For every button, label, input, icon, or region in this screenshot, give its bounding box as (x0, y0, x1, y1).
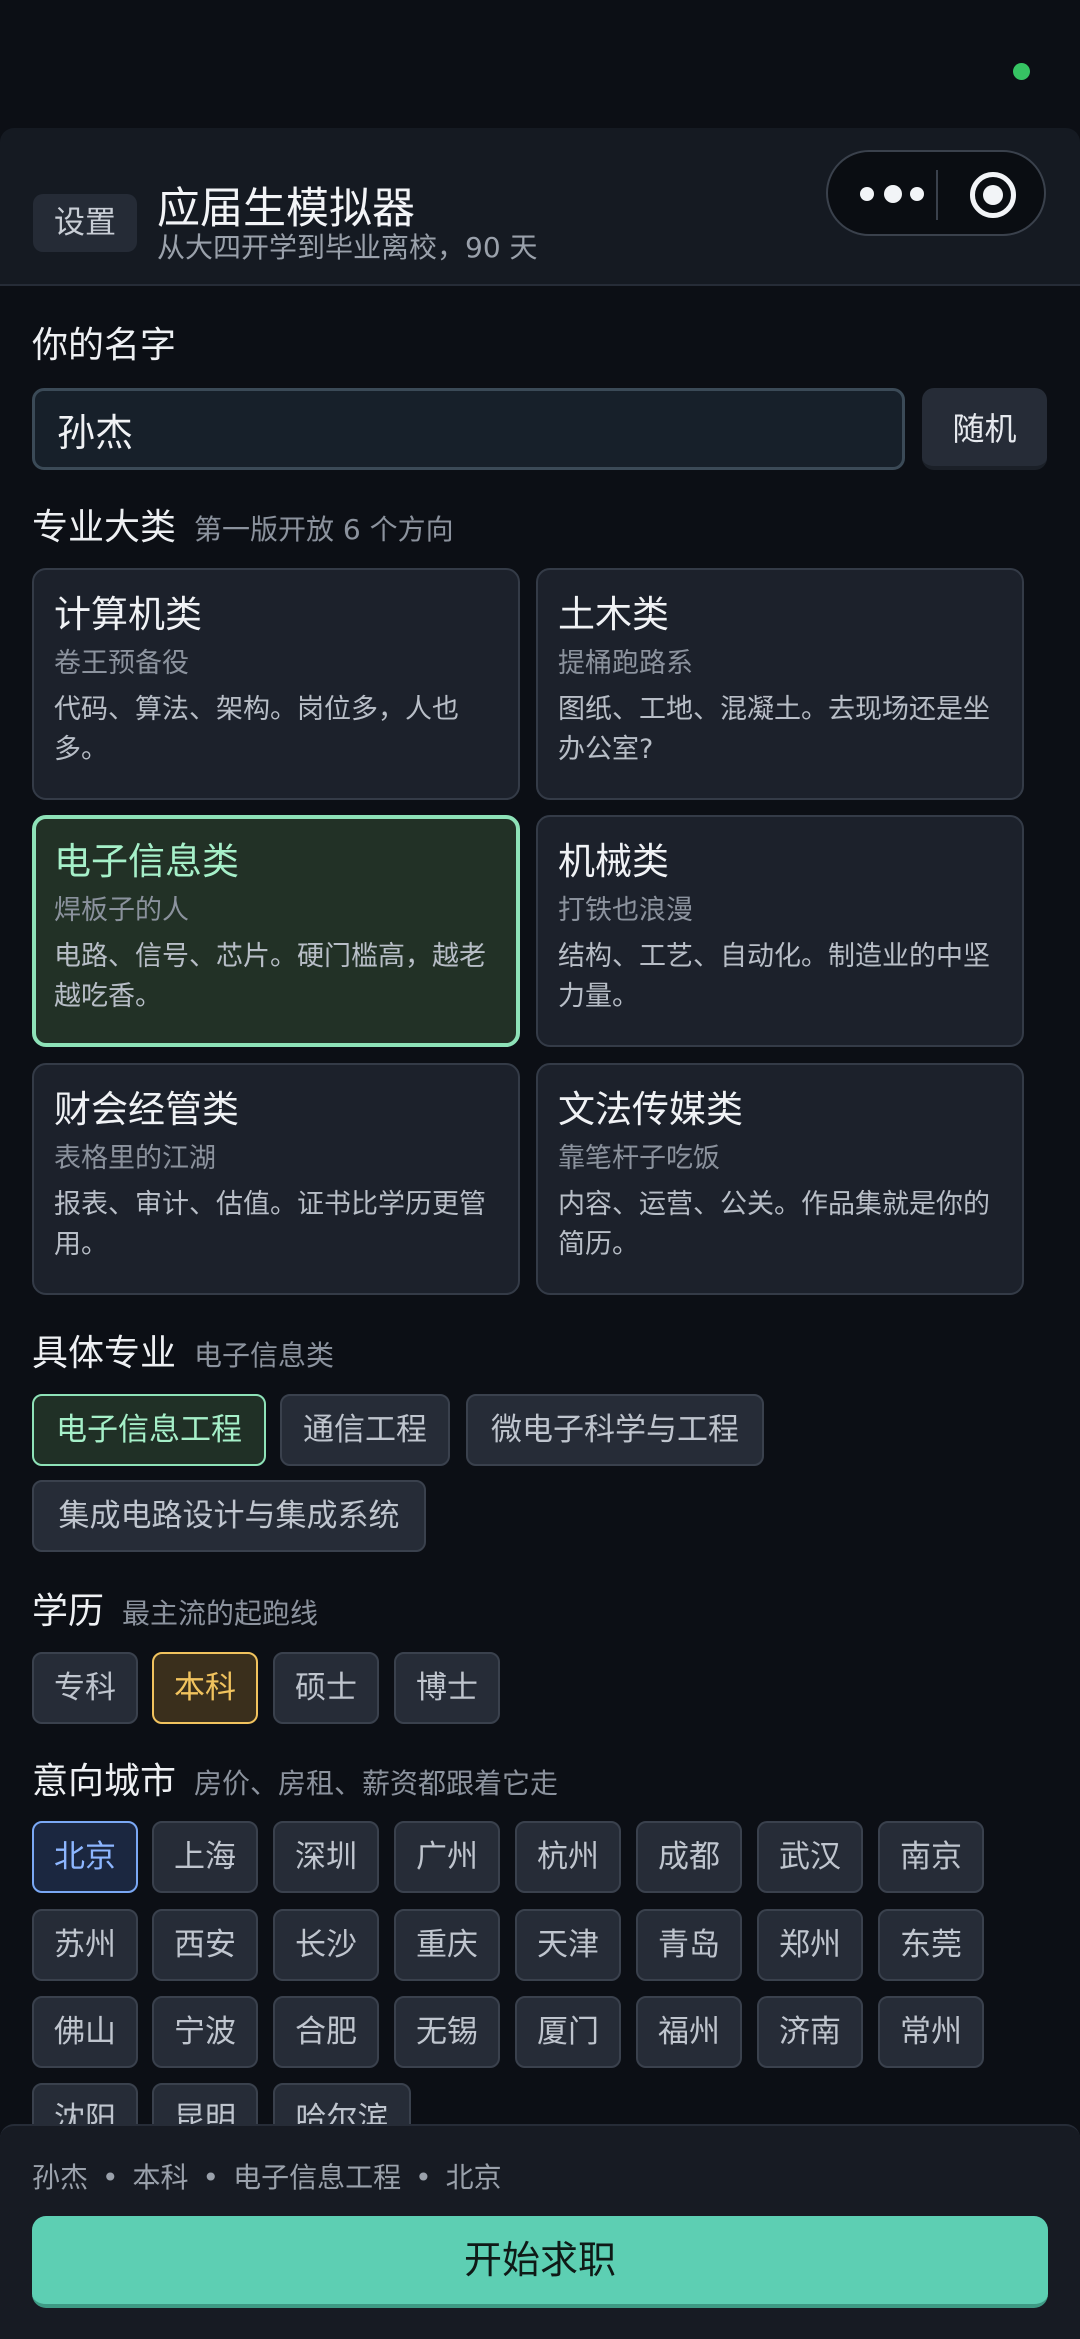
city-option[interactable]: 常州 (878, 1996, 984, 2068)
card-name: 文法传媒类 (558, 1088, 743, 1131)
app-subtitle: 从大四开学到毕业离校，90 天 (157, 231, 538, 264)
city-option[interactable]: 杭州 (515, 1821, 621, 1893)
city-option[interactable]: 上海 (152, 1821, 258, 1893)
selection-summary: 孙杰 • 本科 • 电子信息工程 • 北京 (32, 2160, 502, 2196)
city-option-beijing[interactable]: 北京 (32, 1821, 138, 1893)
category-card-media[interactable]: 文法传媒类 靠笔杆子吃饭 内容、运营、公关。作品集就是你的简历。 (536, 1063, 1024, 1295)
close-miniapp-icon[interactable] (970, 172, 1016, 218)
degree-option-associate[interactable]: 专科 (32, 1652, 138, 1724)
card-tag: 打铁也浪漫 (558, 895, 693, 926)
status-indicator-dot (1013, 63, 1030, 80)
city-option[interactable]: 南京 (878, 1821, 984, 1893)
start-job-search-button[interactable]: 开始求职 (32, 2216, 1048, 2308)
card-desc: 电路、信号、芯片。硬门槛高，越老越吃香。 (54, 941, 486, 1012)
degree-section-title: 学历 最主流的起跑线 (32, 1590, 318, 1636)
card-desc: 图纸、工地、混凝土。去现场还是坐办公室? (558, 694, 990, 765)
city-option[interactable]: 厦门 (515, 1996, 621, 2068)
card-tag: 表格里的江湖 (54, 1143, 216, 1174)
card-name: 土木类 (558, 593, 669, 636)
major-option-electronic-info[interactable]: 电子信息工程 (32, 1394, 266, 1466)
card-desc: 代码、算法、架构。岗位多，人也多。 (54, 694, 459, 765)
card-name: 计算机类 (54, 593, 202, 636)
card-name: 财会经管类 (54, 1088, 239, 1131)
app-header: 设置 应届生模拟器 从大四开学到毕业离校，90 天 (0, 128, 1080, 286)
card-desc: 报表、审计、估值。证书比学历更管用。 (54, 1189, 486, 1260)
category-card-finance[interactable]: 财会经管类 表格里的江湖 报表、审计、估值。证书比学历更管用。 (32, 1063, 520, 1295)
category-card-computer[interactable]: 计算机类 卷王预备役 代码、算法、架构。岗位多，人也多。 (32, 568, 520, 800)
city-option[interactable]: 武汉 (757, 1821, 863, 1893)
city-option[interactable]: 西安 (152, 1909, 258, 1981)
card-tag: 焊板子的人 (54, 895, 189, 926)
city-option[interactable]: 无锡 (394, 1996, 500, 2068)
more-icon[interactable] (860, 184, 924, 206)
category-title-text: 专业大类 (32, 507, 177, 548)
degree-note: 最主流的起跑线 (122, 1597, 319, 1630)
card-desc: 内容、运营、公关。作品集就是你的简历。 (558, 1189, 990, 1260)
card-tag: 靠笔杆子吃饭 (558, 1143, 720, 1174)
city-option[interactable]: 青岛 (636, 1909, 742, 1981)
capsule-divider (936, 170, 938, 220)
card-tag: 卷王预备役 (54, 648, 189, 679)
summary-separator: • (202, 2161, 220, 2194)
degree-option-doctor[interactable]: 博士 (394, 1652, 500, 1724)
major-option-communication[interactable]: 通信工程 (280, 1394, 450, 1466)
city-option[interactable]: 深圳 (273, 1821, 379, 1893)
degree-option-master[interactable]: 硕士 (273, 1652, 379, 1724)
name-input[interactable] (32, 388, 905, 470)
category-note: 第一版开放 6 个方向 (194, 513, 454, 546)
major-option-microelectronics[interactable]: 微电子科学与工程 (466, 1394, 764, 1466)
category-card-civil[interactable]: 土木类 提桶跑路系 图纸、工地、混凝土。去现场还是坐办公室? (536, 568, 1024, 800)
app-title: 应届生模拟器 (157, 184, 415, 234)
summary-degree: 本科 (132, 2161, 189, 2194)
summary-city: 北京 (445, 2161, 502, 2194)
degree-title-text: 学历 (32, 1591, 105, 1632)
city-title-text: 意向城市 (32, 1761, 177, 1802)
city-option[interactable]: 济南 (757, 1996, 863, 2068)
major-section-title: 具体专业 电子信息类 (32, 1332, 334, 1378)
city-option[interactable]: 苏州 (32, 1909, 138, 1981)
city-option[interactable]: 成都 (636, 1821, 742, 1893)
card-name: 机械类 (558, 840, 669, 883)
city-option[interactable]: 东莞 (878, 1909, 984, 1981)
city-option[interactable]: 宁波 (152, 1996, 258, 2068)
category-card-electronics[interactable]: 电子信息类 焊板子的人 电路、信号、芯片。硬门槛高，越老越吃香。 (32, 815, 520, 1047)
city-option[interactable]: 广州 (394, 1821, 500, 1893)
summary-major: 电子信息工程 (233, 2161, 402, 2194)
random-name-button[interactable]: 随机 (922, 388, 1047, 470)
category-card-mechanical[interactable]: 机械类 打铁也浪漫 结构、工艺、自动化。制造业的中坚力量。 (536, 815, 1024, 1047)
summary-separator: • (415, 2161, 432, 2194)
major-option-ic-design[interactable]: 集成电路设计与集成系统 (32, 1480, 426, 1552)
name-section-title: 你的名字 (32, 325, 177, 366)
summary-name: 孙杰 (32, 2161, 89, 2194)
miniapp-capsule (826, 150, 1046, 236)
card-tag: 提桶跑路系 (558, 648, 693, 679)
city-option[interactable]: 郑州 (757, 1909, 863, 1981)
category-section-title: 专业大类 第一版开放 6 个方向 (32, 506, 454, 552)
card-desc: 结构、工艺、自动化。制造业的中坚力量。 (558, 941, 990, 1012)
major-title-text: 具体专业 (32, 1333, 177, 1374)
city-option[interactable]: 佛山 (32, 1996, 138, 2068)
bottom-action-bar: 孙杰 • 本科 • 电子信息工程 • 北京 开始求职 (0, 2124, 1080, 2339)
summary-separator: • (102, 2161, 119, 2194)
degree-option-bachelor[interactable]: 本科 (152, 1652, 258, 1724)
city-section-title: 意向城市 房价、房租、薪资都跟着它走 (32, 1760, 558, 1806)
settings-button[interactable]: 设置 (33, 194, 137, 252)
city-option[interactable]: 长沙 (273, 1909, 379, 1981)
card-name: 电子信息类 (54, 840, 239, 883)
city-option[interactable]: 天津 (515, 1909, 621, 1981)
city-option[interactable]: 合肥 (273, 1996, 379, 2068)
city-note: 房价、房租、薪资都跟着它走 (194, 1767, 559, 1800)
city-option[interactable]: 福州 (636, 1996, 742, 2068)
city-option[interactable]: 重庆 (394, 1909, 500, 1981)
major-note: 电子信息类 (194, 1339, 335, 1372)
